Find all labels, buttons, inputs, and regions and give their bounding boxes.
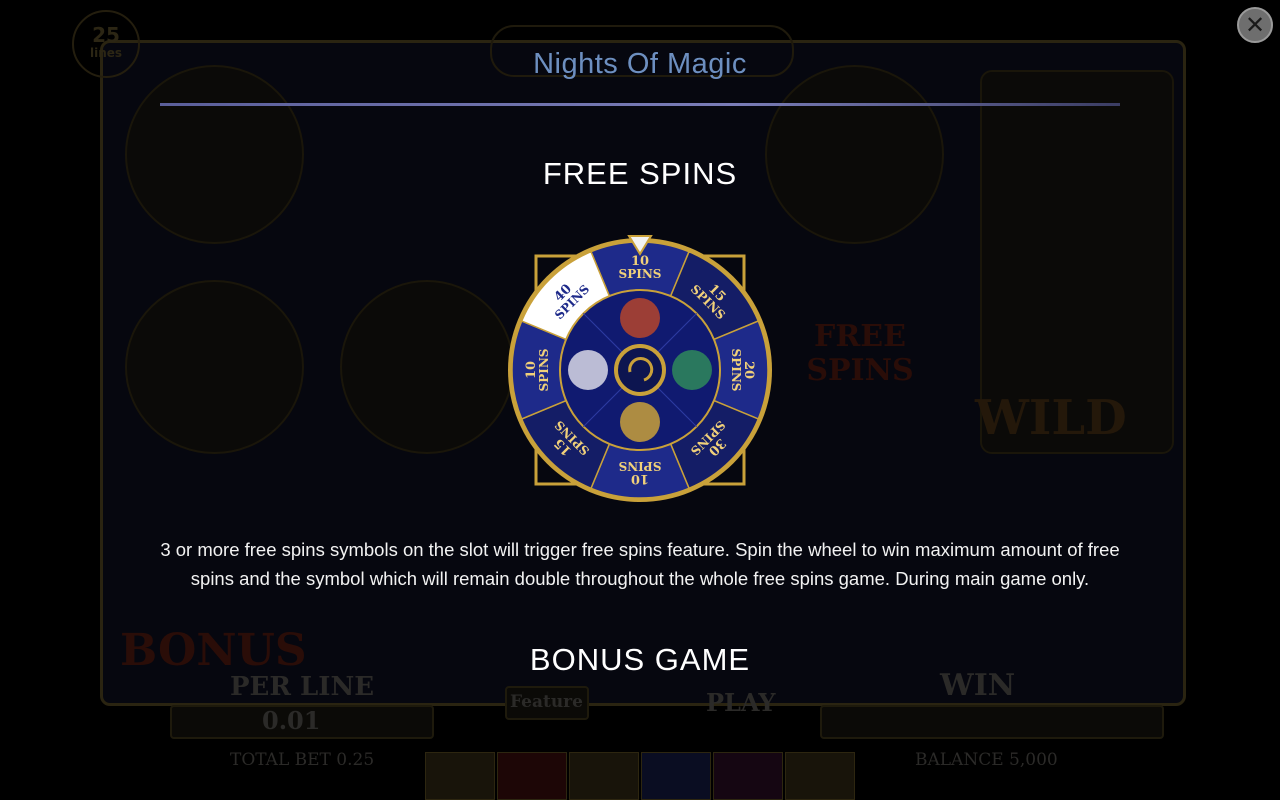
bonus-game-heading: BONUS GAME [529, 642, 751, 677]
win-panel [820, 705, 1164, 739]
wheel-symbol [568, 350, 608, 390]
wheel-segment-label: SPINS [619, 459, 662, 473]
page-title: Nights Of Magic [533, 48, 747, 80]
reel-symbol [125, 280, 304, 454]
wheel-symbol [620, 298, 660, 338]
total-bet: TOTAL BET 0.25 [230, 750, 375, 770]
reel-symbol [765, 65, 944, 244]
feature-label: Feature [510, 692, 583, 712]
wild-symbol-text: WILD [975, 390, 1127, 446]
title-divider [160, 103, 1120, 106]
free-spins-description: 3 or more free spins symbols on the slot… [160, 539, 1120, 589]
wheel-symbol [672, 350, 712, 390]
close-button[interactable]: ✕ [1237, 7, 1273, 43]
per-line-value: 0.01 [262, 706, 321, 735]
lines-count: 25 [92, 23, 120, 47]
free-spins-wheel-image: 10SPINS15SPINS20SPINS30SPINS10SPINS15SPI… [508, 235, 772, 502]
strip-cell [713, 752, 783, 800]
balance: BALANCE 5,000 [915, 750, 1058, 770]
wheel-segment-label: SPINS [729, 349, 743, 392]
strip-cell [785, 752, 855, 800]
bottom-symbol-strip [425, 752, 855, 800]
reel-symbol [340, 280, 514, 454]
strip-cell [569, 752, 639, 800]
play-label: PLAY [706, 688, 776, 717]
strip-cell [425, 752, 495, 800]
wheel-segment-label: SPINS [537, 349, 551, 392]
wheel-hub [614, 344, 666, 396]
free-spins-symbol-text: FREE SPINS [806, 319, 914, 388]
wheel-segment-label: SPINS [619, 267, 662, 281]
reel-symbol [125, 65, 304, 244]
strip-cell [641, 752, 711, 800]
close-icon: ✕ [1244, 11, 1266, 39]
wheel-symbol [620, 402, 660, 442]
strip-cell [497, 752, 567, 800]
free-spins-heading: FREE SPINS [542, 156, 738, 191]
